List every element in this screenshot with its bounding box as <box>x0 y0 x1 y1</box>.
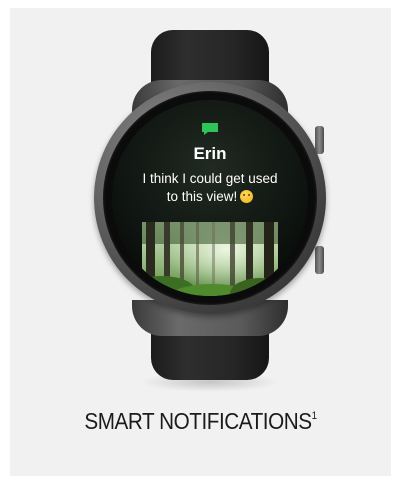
watch-button-lower[interactable] <box>315 246 324 274</box>
feature-title: SMART NOTIFICATIONS <box>84 408 312 434</box>
notification-message: I think I could get used to this view! <box>138 170 282 206</box>
forest-photo <box>142 222 278 296</box>
smiling-face-emoji-icon <box>240 190 254 203</box>
feature-caption: SMART NOTIFICATIONS1 <box>29 408 372 435</box>
watch-bezel: Erin I think I could get used to this vi… <box>103 91 317 305</box>
watch-button-upper[interactable] <box>315 126 324 154</box>
watch-case: Erin I think I could get used to this vi… <box>94 82 326 314</box>
notification-sender: Erin <box>193 144 227 163</box>
feature-footnote-marker: 1 <box>311 410 317 422</box>
notification-message-text: I think I could get used to this view! <box>142 171 278 204</box>
watch-screen[interactable]: Erin I think I could get used to this vi… <box>112 100 308 296</box>
message-bubble-icon <box>202 123 218 135</box>
